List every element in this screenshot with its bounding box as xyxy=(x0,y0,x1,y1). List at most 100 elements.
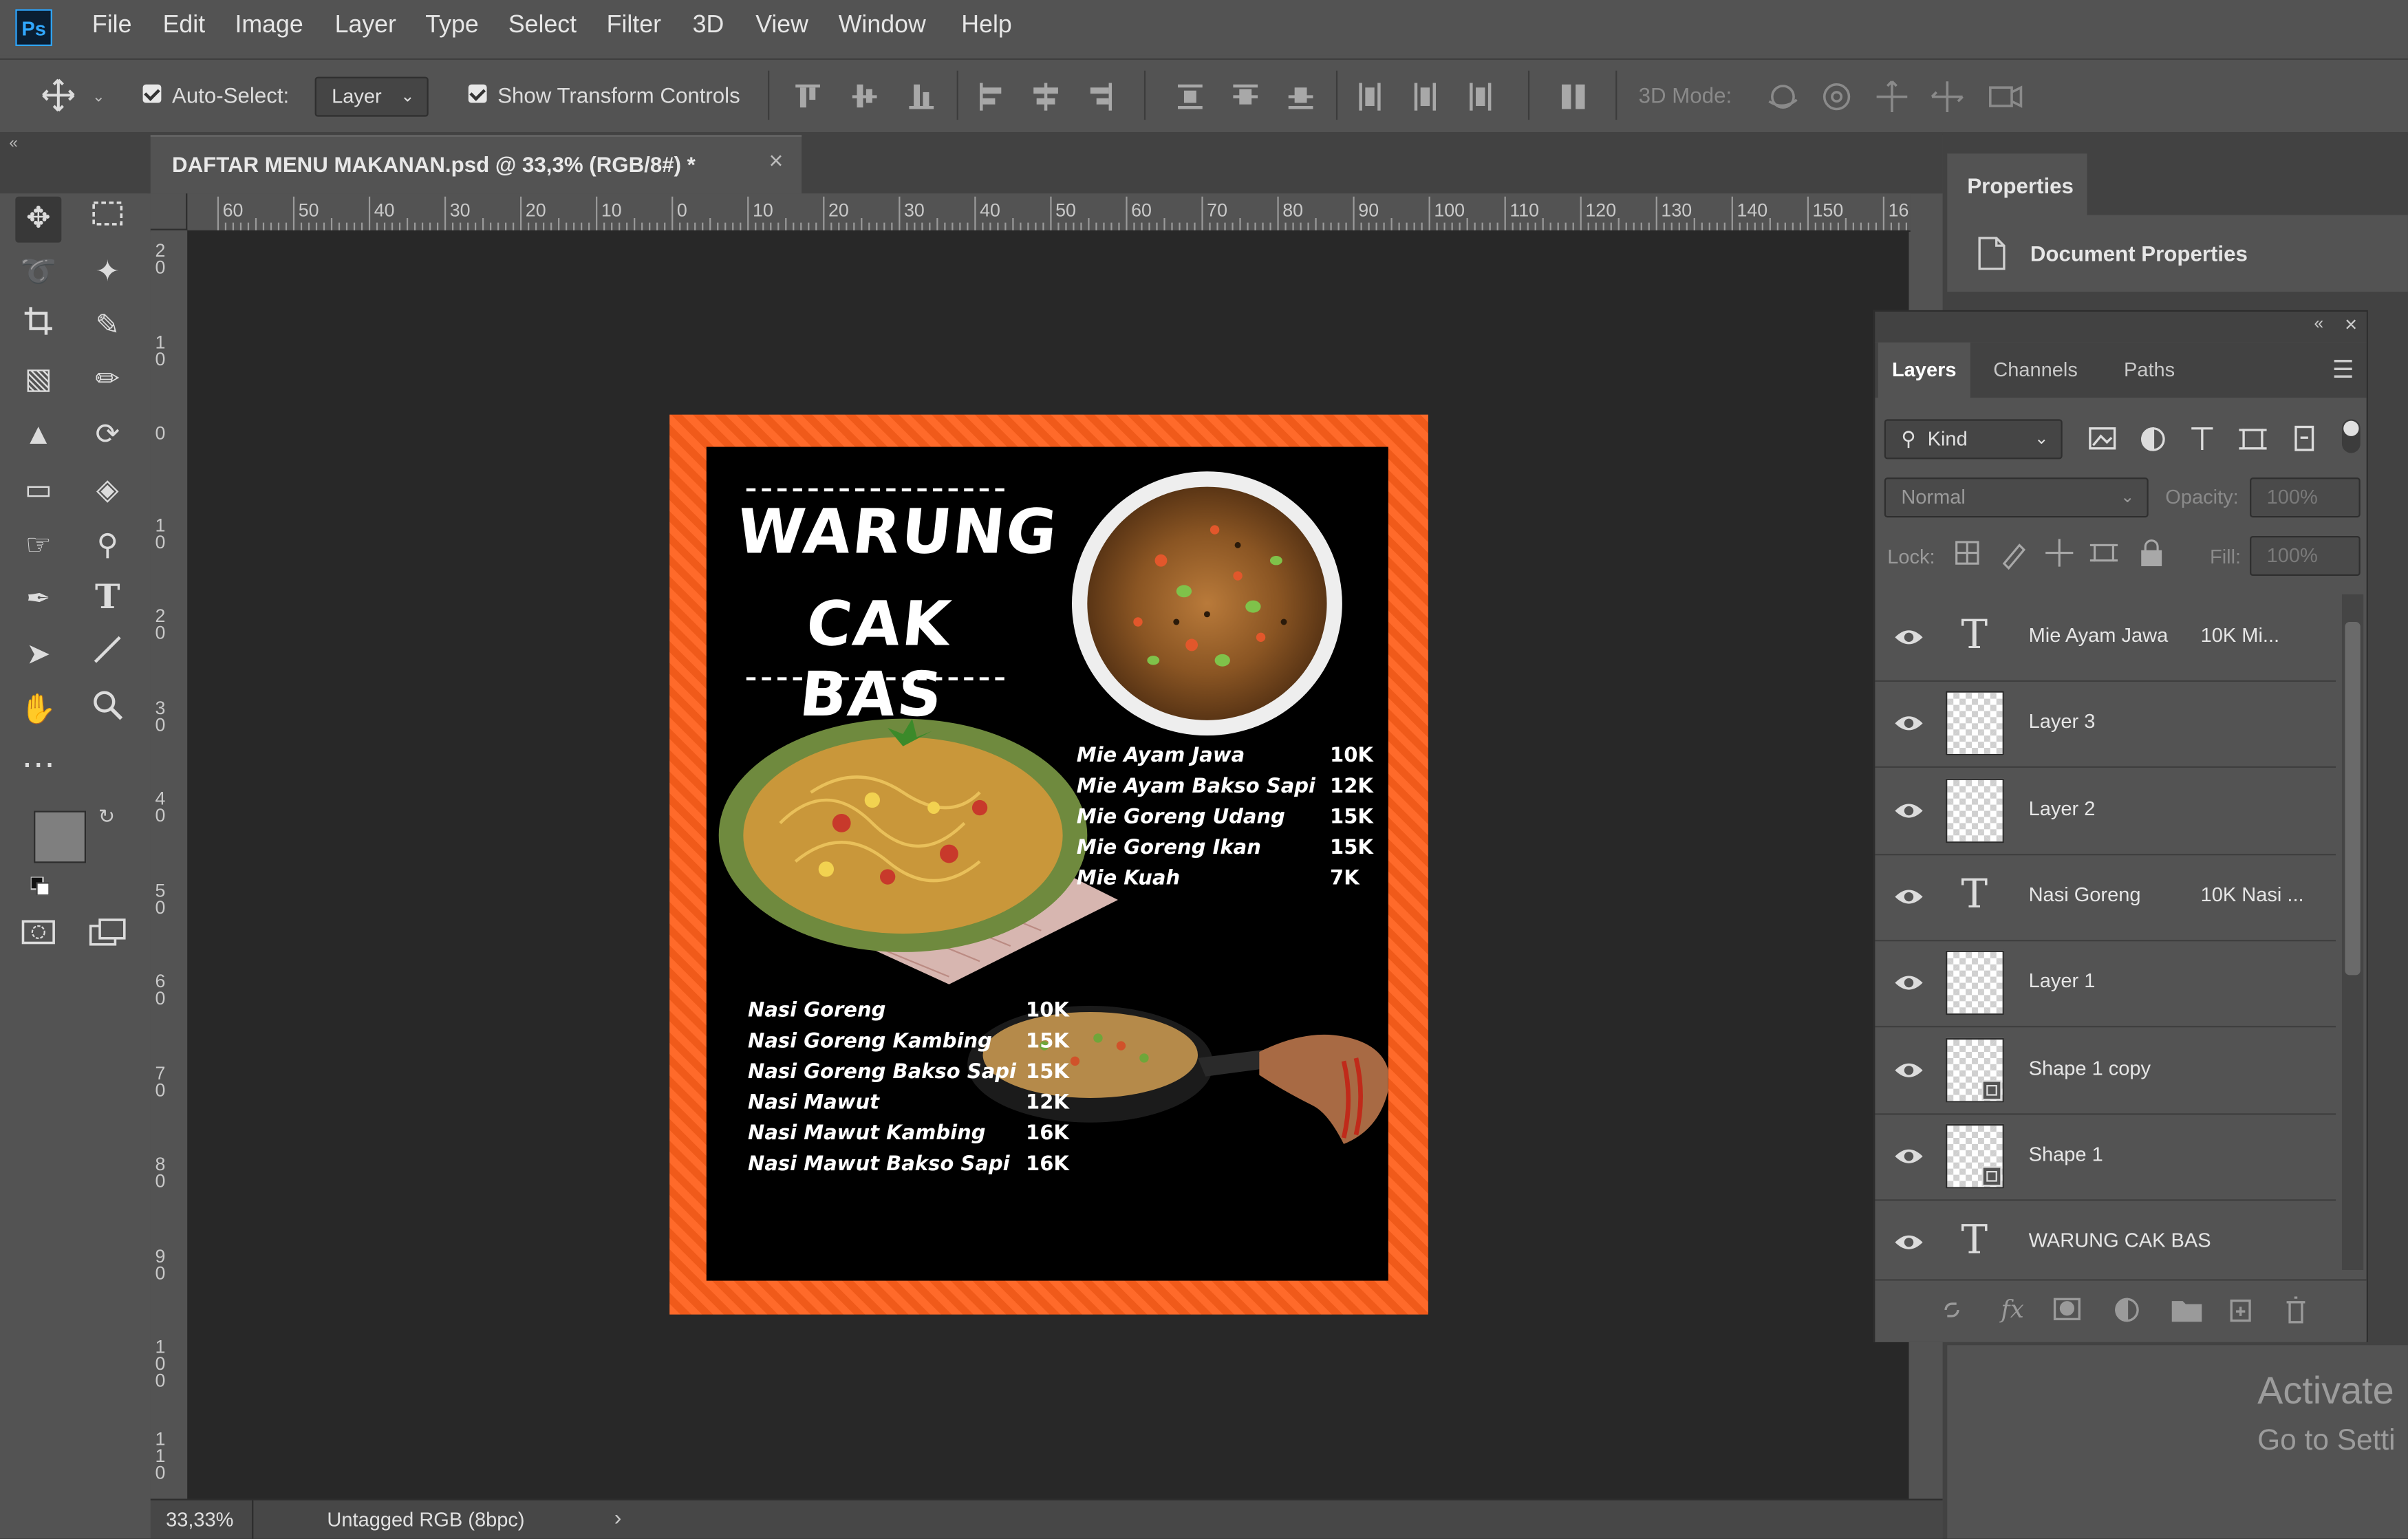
blend-mode-dropdown[interactable]: Normal ⌄ xyxy=(1884,477,2149,518)
eye-icon[interactable] xyxy=(1893,881,1924,912)
layer-row[interactable]: Shape 1 copy xyxy=(1875,1026,2336,1115)
auto-select-checkbox[interactable] xyxy=(142,84,162,103)
fill-field[interactable]: 100% xyxy=(2250,536,2361,577)
hand-tool-icon[interactable]: ✋ xyxy=(15,688,61,734)
properties-tab[interactable]: Properties xyxy=(1947,153,2087,215)
magic-wand-tool-icon[interactable]: ✦ xyxy=(85,250,131,297)
default-colors-icon[interactable] xyxy=(30,875,50,896)
line-tool-icon[interactable] xyxy=(85,633,131,679)
move-tool-preset-icon[interactable] xyxy=(40,77,77,114)
menu-help[interactable]: Help xyxy=(961,12,1011,40)
layer-thumbnail xyxy=(1946,691,2004,756)
scrollbar-thumb[interactable] xyxy=(2345,622,2361,976)
menu-item-name: Mie Kuah xyxy=(1076,868,1181,891)
ruler-origin[interactable] xyxy=(150,193,188,230)
chevron-down-icon[interactable]: ⌄ xyxy=(92,89,105,106)
menu-file[interactable]: File xyxy=(92,12,132,40)
quick-mask-icon[interactable] xyxy=(15,917,61,963)
layer-row[interactable]: Layer 3 xyxy=(1875,680,2336,768)
panel-menu-icon[interactable]: ☰ xyxy=(2332,355,2354,386)
history-brush-tool-icon[interactable]: ⟳ xyxy=(85,413,131,459)
menu-select[interactable]: Select xyxy=(508,12,577,40)
menu-type[interactable]: Type xyxy=(425,12,478,40)
menu-3d[interactable]: 3D xyxy=(693,12,724,40)
layer-row[interactable]: Layer 2 xyxy=(1875,767,2336,855)
move-tool-icon[interactable]: ✥ xyxy=(15,196,62,243)
ruler-label: 9 0 xyxy=(155,1245,166,1283)
zoom-level[interactable]: 33,33% xyxy=(166,1508,233,1531)
document-tab[interactable]: DAFTAR MENU MAKANAN.psd @ 33,3% (RGB/8#)… xyxy=(150,135,802,195)
opacity-field[interactable]: 100% xyxy=(2250,477,2361,518)
layer-row[interactable]: Layer 1 xyxy=(1875,940,2336,1028)
eye-icon[interactable] xyxy=(1893,622,1924,653)
ruler-label: 40 xyxy=(980,200,1000,222)
distribute-spacing-icon[interactable] xyxy=(1559,80,1590,114)
foreground-color-swatch[interactable] xyxy=(34,810,86,863)
tab-paths[interactable]: Paths xyxy=(2124,358,2175,380)
ruler-label: 150 xyxy=(1812,200,1844,222)
menu-window[interactable]: Window xyxy=(839,12,926,40)
healing-brush-tool-icon[interactable]: ▧ xyxy=(15,358,61,404)
more-tools-icon[interactable]: ⋯ xyxy=(15,742,61,788)
smudge-tool-icon[interactable]: ☞ xyxy=(15,524,61,570)
layer-row[interactable]: T WARUNG CAK BAS xyxy=(1875,1199,2336,1279)
paint-bucket-tool-icon[interactable]: ◈ xyxy=(85,469,131,515)
pen-tool-icon[interactable]: ✒ xyxy=(15,577,61,623)
tab-layers[interactable]: Layers xyxy=(1878,342,1970,398)
ruler-label: 120 xyxy=(1585,200,1617,222)
close-icon[interactable]: × xyxy=(2345,312,2357,336)
tab-channels[interactable]: Channels xyxy=(1993,358,2078,380)
ruler-label: 10 xyxy=(752,200,773,222)
photoshop-logo[interactable]: Ps xyxy=(15,9,52,46)
layer-row[interactable]: T Mie Ayam Jawa 10K Mi... xyxy=(1875,594,2336,682)
eye-icon[interactable] xyxy=(1893,968,1924,999)
marquee-tool-icon[interactable] xyxy=(85,197,131,243)
chevron-down-icon: ⌄ xyxy=(400,87,415,107)
eye-icon[interactable] xyxy=(1893,1141,1924,1172)
lasso-tool-icon[interactable]: ➰ xyxy=(15,250,61,297)
ruler-label: 130 xyxy=(1661,200,1692,222)
path-selection-tool-icon[interactable]: ➤ xyxy=(15,633,61,679)
eye-icon[interactable] xyxy=(1893,1054,1924,1085)
layer-row[interactable]: T Nasi Goreng 10K Nasi ... xyxy=(1875,854,2336,942)
menu-view[interactable]: View xyxy=(755,12,808,40)
auto-select-dropdown[interactable]: Layer ⌄ xyxy=(314,76,429,117)
clone-stamp-tool-icon[interactable]: ▲ xyxy=(15,413,61,459)
layer-list-scrollbar[interactable] xyxy=(2341,594,2364,1270)
eye-icon[interactable] xyxy=(1893,1227,1924,1258)
layer-row[interactable]: Shape 1 xyxy=(1875,1113,2336,1201)
ruler-label: 80 xyxy=(1282,200,1304,222)
brush-tool-icon[interactable]: ✏ xyxy=(85,358,131,404)
ruler-label: 30 xyxy=(449,200,471,222)
crop-tool-icon[interactable] xyxy=(15,304,61,350)
collapse-panel-icon[interactable]: « xyxy=(9,135,17,152)
close-icon[interactable]: × xyxy=(769,149,784,177)
menu-item-name: Nasi Goreng xyxy=(748,1000,886,1023)
layers-panel-header: « × xyxy=(1875,312,2367,343)
shape-layer-thumbnail xyxy=(1946,1037,2004,1102)
filter-toggle[interactable] xyxy=(2341,419,2361,453)
chevron-right-icon[interactable]: › xyxy=(614,1505,621,1529)
eye-icon[interactable] xyxy=(1893,795,1924,826)
shape-layer-thumbnail xyxy=(1946,1123,2004,1189)
menu-filter[interactable]: Filter xyxy=(607,12,661,40)
collapse-icon[interactable]: « xyxy=(2314,315,2323,334)
menu-edit[interactable]: Edit xyxy=(163,12,206,40)
layer-filter-dropdown[interactable]: ⚲ Kind ⌄ xyxy=(1884,419,2063,460)
swap-colors-icon[interactable]: ↻ xyxy=(98,805,115,830)
ruler-label: 3 0 xyxy=(155,696,166,735)
menu-item-price: 10K xyxy=(1026,1000,1069,1023)
eye-icon[interactable] xyxy=(1893,709,1924,740)
dodge-tool-icon[interactable]: ⚲ xyxy=(85,524,131,570)
show-transform-label: Show Transform Controls xyxy=(497,83,740,108)
show-transform-checkbox[interactable] xyxy=(468,84,487,103)
eraser-tool-icon[interactable]: ▭ xyxy=(15,469,61,515)
menu-image[interactable]: Image xyxy=(235,12,303,40)
zoom-tool-icon[interactable] xyxy=(85,688,131,734)
opacity-label: Opacity: xyxy=(2165,485,2239,508)
screen-mode-icon[interactable] xyxy=(85,917,131,963)
type-tool-icon[interactable]: T xyxy=(85,577,131,623)
menu-layer[interactable]: Layer xyxy=(335,12,396,40)
eyedropper-tool-icon[interactable]: ✎ xyxy=(85,304,131,350)
divider xyxy=(252,1500,254,1539)
